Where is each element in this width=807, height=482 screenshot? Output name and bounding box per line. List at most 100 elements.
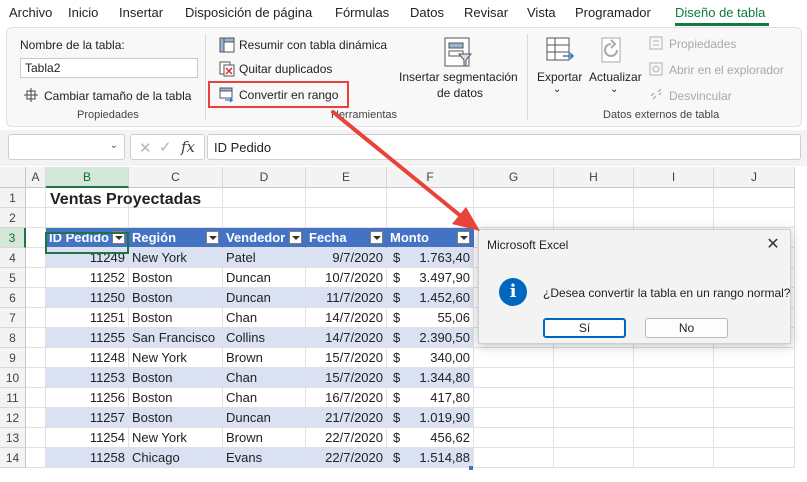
row-header-5[interactable]: 5 xyxy=(0,268,26,288)
table-cell-amount[interactable]: $1.514,88 xyxy=(387,448,474,468)
table-cell-id[interactable]: 11253 xyxy=(46,368,129,388)
grid-cell[interactable] xyxy=(46,208,129,228)
grid-cell[interactable] xyxy=(474,348,554,368)
export-button[interactable]: Exportar xyxy=(537,70,582,84)
row-header-10[interactable]: 10 xyxy=(0,368,26,388)
grid-cell[interactable] xyxy=(306,188,387,208)
table-cell-seller[interactable]: Chan xyxy=(223,308,306,328)
table-cell-date[interactable]: 10/7/2020 xyxy=(306,268,387,288)
grid-cell[interactable] xyxy=(554,368,634,388)
tab-insertar[interactable]: Insertar xyxy=(119,5,163,20)
table-cell-region[interactable]: Boston xyxy=(129,388,223,408)
table-cell-date[interactable]: 14/7/2020 xyxy=(306,308,387,328)
grid-cell[interactable] xyxy=(554,388,634,408)
grid-cell[interactable] xyxy=(634,188,714,208)
table-cell-amount[interactable]: $1.763,40 xyxy=(387,248,474,268)
table-name-input[interactable] xyxy=(20,58,198,78)
filter-dropdown-icon[interactable] xyxy=(289,231,302,244)
external-properties-button[interactable]: Propiedades xyxy=(669,37,736,51)
grid-cell[interactable] xyxy=(26,328,46,348)
table-cell-amount[interactable]: $1.019,90 xyxy=(387,408,474,428)
check-icon[interactable]: ✓ xyxy=(159,138,172,156)
grid-cell[interactable] xyxy=(26,268,46,288)
table-cell-seller[interactable]: Brown xyxy=(223,348,306,368)
grid-cell[interactable] xyxy=(634,448,714,468)
row-header-9[interactable]: 9 xyxy=(0,348,26,368)
grid-cell[interactable] xyxy=(554,348,634,368)
row-header-11[interactable]: 11 xyxy=(0,388,26,408)
table-cell-id[interactable]: 11256 xyxy=(46,388,129,408)
table-resize-handle[interactable] xyxy=(469,466,473,470)
grid-cell[interactable] xyxy=(634,208,714,228)
table-cell-amount[interactable]: $456,62 xyxy=(387,428,474,448)
tab-disposicion[interactable]: Disposición de página xyxy=(185,5,312,20)
table-cell-date[interactable]: 21/7/2020 xyxy=(306,408,387,428)
grid-cell[interactable] xyxy=(554,428,634,448)
grid-cell[interactable] xyxy=(474,208,554,228)
column-header-b[interactable]: B xyxy=(46,167,129,188)
row-header-2[interactable]: 2 xyxy=(0,208,26,228)
cancel-icon[interactable]: ✕ xyxy=(139,139,152,157)
grid-cell[interactable] xyxy=(634,348,714,368)
column-header-e[interactable]: E xyxy=(306,167,387,188)
slicer-label-1[interactable]: Insertar segmentación xyxy=(399,70,518,84)
grid-cell[interactable] xyxy=(223,188,306,208)
tab-programador[interactable]: Programador xyxy=(575,5,651,20)
table-header-cell[interactable]: Vendedor xyxy=(223,228,306,248)
formula-input[interactable] xyxy=(207,134,801,160)
table-cell-id[interactable]: 11254 xyxy=(46,428,129,448)
grid-cell[interactable] xyxy=(634,368,714,388)
grid-cell[interactable] xyxy=(26,348,46,368)
table-cell-seller[interactable]: Duncan xyxy=(223,288,306,308)
table-cell-date[interactable]: 11/7/2020 xyxy=(306,288,387,308)
pivot-summary-button[interactable]: Resumir con tabla dinámica xyxy=(239,38,387,52)
grid-cell[interactable] xyxy=(26,448,46,468)
grid-cell[interactable] xyxy=(714,428,795,448)
grid-cell[interactable] xyxy=(474,448,554,468)
grid-cell[interactable] xyxy=(634,408,714,428)
select-all-corner[interactable] xyxy=(0,167,26,188)
grid-cell[interactable] xyxy=(474,428,554,448)
table-cell-date[interactable]: 16/7/2020 xyxy=(306,388,387,408)
table-cell-amount[interactable]: $55,06 xyxy=(387,308,474,328)
column-header-h[interactable]: H xyxy=(554,167,634,188)
grid-cell[interactable] xyxy=(306,208,387,228)
tab-formulas[interactable]: Fórmulas xyxy=(335,5,389,20)
grid-cell[interactable] xyxy=(26,208,46,228)
table-cell-region[interactable]: New York xyxy=(129,428,223,448)
table-cell-seller[interactable]: Duncan xyxy=(223,408,306,428)
column-header-c[interactable]: C xyxy=(129,167,223,188)
column-header-f[interactable]: F xyxy=(387,167,474,188)
grid-cell[interactable] xyxy=(387,188,474,208)
grid-cell[interactable] xyxy=(634,388,714,408)
table-cell-region[interactable]: San Francisco xyxy=(129,328,223,348)
grid-cell[interactable] xyxy=(474,408,554,428)
grid-cell[interactable] xyxy=(26,408,46,428)
grid-cell[interactable] xyxy=(387,208,474,228)
grid-cell[interactable] xyxy=(26,188,46,208)
grid-cell[interactable] xyxy=(554,448,634,468)
resize-table-button[interactable]: Cambiar tamaño de la tabla xyxy=(44,89,191,103)
row-header-3[interactable]: 3 xyxy=(0,228,26,248)
column-header-a[interactable]: A xyxy=(26,167,46,188)
table-cell-amount[interactable]: $1.452,60 xyxy=(387,288,474,308)
table-cell-id[interactable]: 11257 xyxy=(46,408,129,428)
table-cell-seller[interactable]: Collins xyxy=(223,328,306,348)
grid-cell[interactable] xyxy=(714,348,795,368)
table-cell-date[interactable]: 22/7/2020 xyxy=(306,428,387,448)
table-cell-region[interactable]: Boston xyxy=(129,308,223,328)
table-cell-id[interactable]: 11251 xyxy=(46,308,129,328)
grid-cell[interactable] xyxy=(474,388,554,408)
tab-archivo[interactable]: Archivo xyxy=(9,5,52,20)
tab-inicio[interactable]: Inicio xyxy=(68,5,98,20)
table-cell-date[interactable]: 15/7/2020 xyxy=(306,368,387,388)
table-cell-id[interactable]: 11252 xyxy=(46,268,129,288)
grid-cell[interactable] xyxy=(26,308,46,328)
grid-cell[interactable] xyxy=(26,228,46,248)
grid-cell[interactable] xyxy=(26,248,46,268)
column-header-i[interactable]: I xyxy=(634,167,714,188)
table-cell-region[interactable]: New York xyxy=(129,248,223,268)
name-box[interactable]: ⌄ xyxy=(8,134,125,160)
tab-vista[interactable]: Vista xyxy=(527,5,556,20)
grid-cell[interactable] xyxy=(714,448,795,468)
